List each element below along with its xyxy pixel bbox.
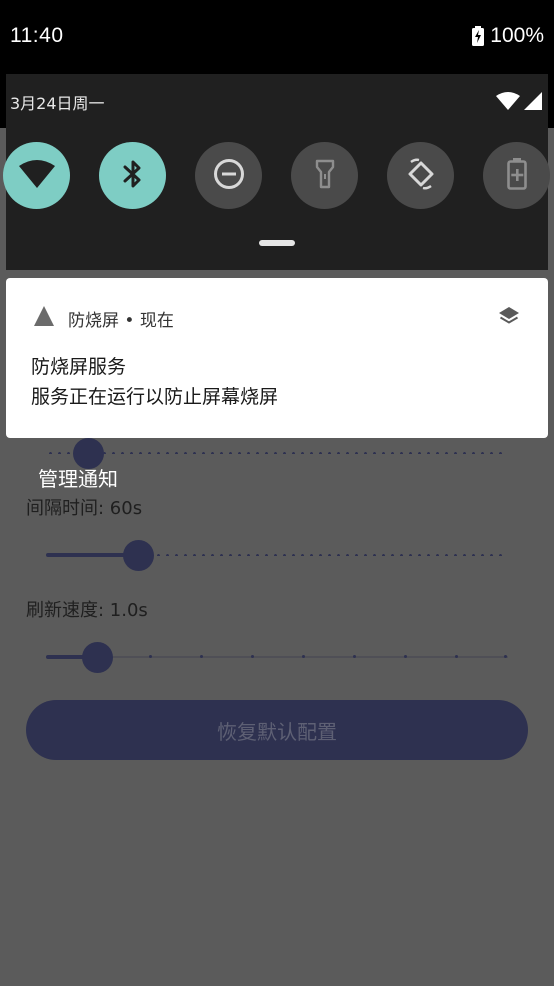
- qs-date: 3月24日周一: [10, 94, 105, 113]
- slider-track: [46, 452, 508, 454]
- refresh-slider[interactable]: [46, 642, 508, 673]
- slider-tick: [504, 655, 507, 658]
- slider-tick: [404, 655, 407, 658]
- reset-defaults-button[interactable]: 恢复默认配置: [26, 700, 528, 760]
- do-not-disturb-icon: [213, 158, 245, 194]
- slider-thumb[interactable]: [123, 540, 154, 571]
- slider-tick: [455, 655, 458, 658]
- qs-drag-handle[interactable]: [259, 240, 295, 246]
- layers-icon[interactable]: [498, 306, 520, 332]
- quick-settings-panel: 3月24日周一: [3, 74, 550, 270]
- qs-tile-wifi[interactable]: [3, 142, 70, 209]
- auto-rotate-icon: [405, 158, 437, 194]
- flashlight-icon: [315, 159, 335, 193]
- qs-signal-indicators: [496, 92, 542, 114]
- slider-track: [46, 656, 508, 658]
- notification-app-name: 防烧屏 • 现在: [68, 311, 174, 331]
- wifi-signal-icon: [496, 92, 520, 114]
- triangle-icon: [34, 306, 54, 330]
- interval-slider[interactable]: [46, 540, 508, 571]
- bluetooth-icon: [122, 158, 144, 194]
- notification-body: 服务正在运行以防止屏幕烧屏: [31, 386, 279, 408]
- battery-saver-icon: [506, 157, 527, 194]
- status-time: 11:40: [10, 24, 64, 47]
- battery-percent: 100%: [490, 24, 544, 47]
- cell-signal-icon: [524, 92, 542, 114]
- refresh-label: 刷新速度: 1.0s: [26, 600, 148, 621]
- manage-notifications-link[interactable]: 管理通知: [38, 463, 118, 492]
- qs-tile-do-not-disturb[interactable]: [195, 142, 262, 209]
- slider-tick: [302, 655, 305, 658]
- qs-tile-bluetooth[interactable]: [99, 142, 166, 209]
- battery-charging-icon: [472, 26, 485, 46]
- wifi-icon: [18, 159, 55, 192]
- qs-tile-battery-saver[interactable]: [483, 142, 550, 209]
- notification-card[interactable]: 防烧屏 • 现在 防烧屏服务 服务正在运行以防止屏幕烧屏: [6, 278, 548, 438]
- slider-tick: [251, 655, 254, 658]
- status-bar: 11:40 100%: [0, 0, 554, 74]
- slider-thumb[interactable]: [82, 642, 113, 673]
- interval-label: 间隔时间: 60s: [26, 498, 143, 519]
- slider-tick: [200, 655, 203, 658]
- notification-title: 防烧屏服务: [31, 356, 127, 378]
- qs-tile-auto-rotate[interactable]: [387, 142, 454, 209]
- slider-tick: [353, 655, 356, 658]
- status-battery: 100%: [472, 24, 544, 48]
- slider-tick: [149, 655, 152, 658]
- qs-tile-flashlight[interactable]: [291, 142, 358, 209]
